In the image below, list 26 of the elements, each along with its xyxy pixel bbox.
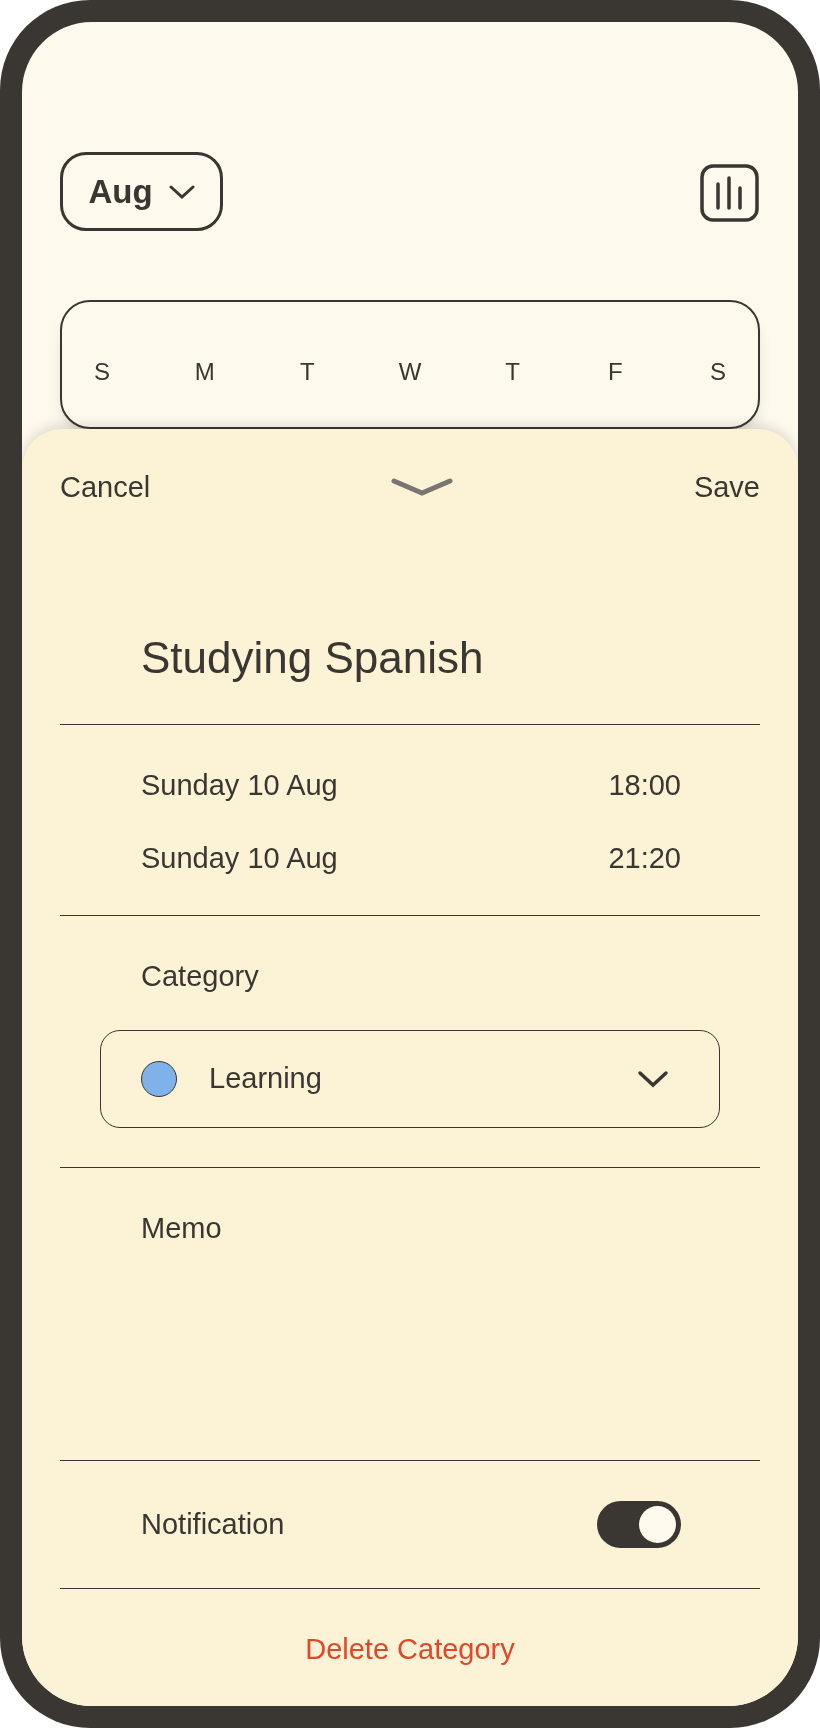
weekday-label: F bbox=[606, 357, 624, 387]
chevron-down-icon bbox=[637, 1070, 669, 1088]
weekday-label: M bbox=[193, 357, 216, 387]
bar-chart-icon bbox=[700, 163, 759, 222]
date-field[interactable]: Sunday 10 Aug bbox=[141, 836, 338, 880]
chart-button[interactable] bbox=[700, 163, 759, 222]
event-title[interactable]: Studying Spanish bbox=[141, 632, 760, 684]
save-button[interactable]: Save bbox=[693, 467, 760, 507]
notification-label: Notification bbox=[141, 1506, 285, 1542]
category-label: Category bbox=[140, 959, 259, 994]
delete-category-button[interactable]: Delete Category bbox=[305, 1629, 515, 1669]
weekday-label: W bbox=[397, 357, 423, 387]
weekday-label: S bbox=[708, 357, 727, 387]
date-field[interactable]: Sunday 10 Aug bbox=[141, 763, 338, 807]
month-selector[interactable]: Aug bbox=[60, 152, 223, 231]
time-field[interactable]: 18:00 bbox=[608, 763, 681, 807]
memo-label: Memo bbox=[140, 1211, 222, 1246]
weekday-label: S bbox=[93, 357, 111, 387]
chevron-down-icon bbox=[168, 183, 195, 200]
notification-toggle[interactable] bbox=[597, 1501, 681, 1548]
weekday-label: T bbox=[298, 357, 316, 387]
weekday-label: T bbox=[504, 357, 521, 387]
time-field[interactable]: 21:20 bbox=[608, 836, 681, 880]
category-dropdown[interactable]: Learning bbox=[100, 1030, 720, 1128]
drag-handle-icon[interactable] bbox=[391, 477, 454, 497]
cancel-button[interactable]: Cancel bbox=[60, 467, 151, 507]
